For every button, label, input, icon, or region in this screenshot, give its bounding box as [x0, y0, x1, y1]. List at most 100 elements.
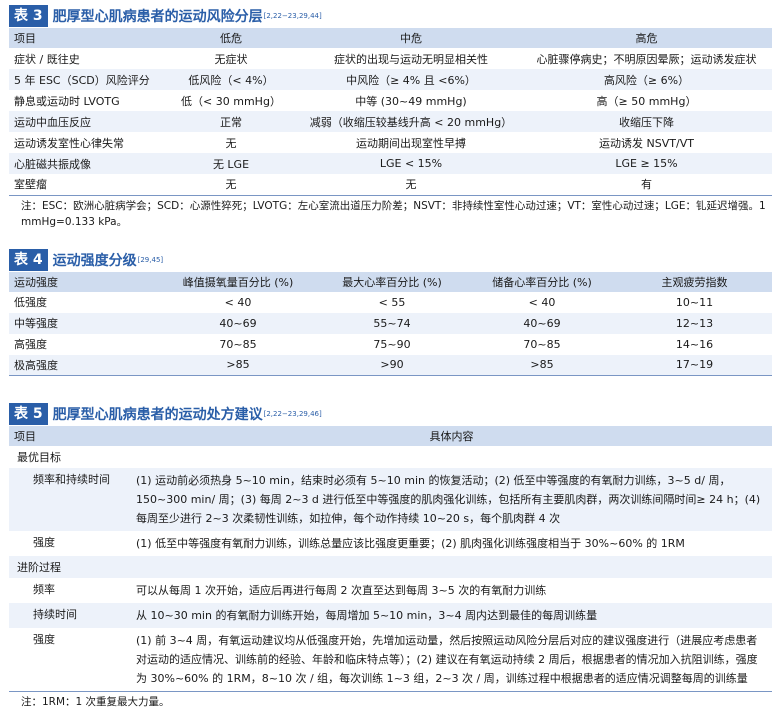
table-cell: 75~90 — [373, 337, 411, 351]
table-cell: 55~74 — [373, 316, 411, 330]
table-cell: 中等强度 — [14, 317, 58, 330]
table-cell: 中等 (30~49 mmHg) — [355, 94, 467, 108]
table-row: 高强度 70~85 75~90 70~85 14~16 — [9, 334, 772, 355]
table-cell: >85 — [159, 354, 317, 376]
table5-header-row: 项目 具体内容 — [9, 426, 772, 446]
table4-col-header: 储备心率百分比 (%) — [492, 275, 592, 289]
table-cell: 症状的出现与运动无明显相关性 — [334, 52, 488, 66]
table-cell: 无 LGE — [212, 157, 250, 171]
table3-header-row: 项目 低危 中危 高危 — [9, 28, 772, 48]
table-cell: 70~85 — [523, 337, 561, 351]
table-row: 5 年 ESC（SCD）风险评分 低风险（< 4%） 中风险（≥ 4% 且 <6… — [9, 69, 772, 90]
table3-ref: [2,22−23,29,44] — [263, 12, 322, 20]
table-cell: 5 年 ESC（SCD）风险评分 — [14, 73, 150, 87]
table-cell: 高强度 — [14, 338, 47, 351]
table-row: 症状 / 既往史 无症状 症状的出现与运动无明显相关性 心脏骤停病史；不明原因晕… — [9, 48, 772, 69]
table-row: 运动中血压反应 正常 减弱（收缩压较基线升高 < 20 mmHg） 收缩压下降 — [9, 111, 772, 132]
table-cell: 无 — [301, 174, 521, 196]
table-cell: 心脏骤停病史；不明原因晕厥；运动诱发症状 — [536, 52, 757, 66]
table3-title: 肥厚型心肌病患者的运动风险分层 — [52, 9, 263, 25]
table5-title: 肥厚型心肌病患者的运动处方建议 — [52, 407, 263, 423]
table5-note: 注：1RM：1 次重复最大力量。 — [21, 696, 170, 708]
table-row: 低强度 < 40 < 55 < 40 10~11 — [9, 292, 772, 313]
table-cell: 运动期间出现室性早搏 — [356, 136, 466, 150]
table-cell: 无 — [225, 136, 237, 150]
table5-ref: [2,22−23,29,46] — [263, 410, 322, 418]
table-cell: 有 — [521, 174, 772, 196]
row-label: 频率 — [33, 583, 55, 596]
table3-col-header: 项目 — [14, 32, 36, 45]
table-cell: < 40 — [224, 295, 252, 309]
row-label: 持续时间 — [33, 608, 77, 621]
table-row: 强度 (1) 前 3~4 周，有氧运动建议均从低强度开始，先增加运动量，然后按照… — [9, 628, 772, 692]
table-cell: 静息或运动时 LVOTG — [14, 94, 120, 108]
table-row: 进阶过程 — [9, 556, 772, 578]
table3-note: 注：ESC：欧洲心脏病学会；SCD：心源性猝死；LVOTG：左心室流出道压力阶差… — [21, 199, 766, 228]
table-cell: 运动诱发室性心律失常 — [14, 136, 124, 150]
table4: 运动强度 峰值摄氧量百分比 (%) 最大心率百分比 (%) 储备心率百分比 (%… — [9, 271, 772, 376]
table4-header-row: 运动强度 峰值摄氧量百分比 (%) 最大心率百分比 (%) 储备心率百分比 (%… — [9, 271, 772, 292]
table3-badge: 表 3 — [9, 5, 48, 27]
table-cell: 症状 / 既往史 — [14, 52, 80, 66]
table-cell: 12~13 — [675, 316, 714, 330]
table-cell: 40~69 — [523, 316, 561, 330]
table-row: 中等强度 40~69 55~74 40~69 12~13 — [9, 312, 772, 334]
table-row: 运动诱发室性心律失常 无 运动期间出现室性早搏 运动诱发 NSVT/VT — [9, 132, 772, 153]
table-cell: 极高强度 — [9, 354, 159, 376]
table-cell: 10~11 — [675, 295, 714, 309]
table4-title: 运动强度分级 — [52, 252, 137, 269]
row-content: (1) 前 3~4 周，有氧运动建议均从低强度开始，先增加运动量，然后按照运动风… — [136, 634, 758, 685]
row-label: 频率和持续时间 — [33, 473, 110, 486]
table-cell: 减弱（收缩压较基线升高 < 20 mmHg） — [309, 115, 513, 129]
row-label: 强度 — [33, 536, 55, 549]
table-cell: 收缩压下降 — [619, 115, 674, 129]
row-label: 强度 — [33, 633, 55, 646]
table5-header: 表 5 肥厚型心肌病患者的运动处方建议 [2,22−23,29,46] — [9, 402, 772, 426]
table-cell: 40~69 — [219, 316, 257, 330]
table-cell: 运动诱发 NSVT/VT — [599, 136, 694, 150]
table4-header: 表 4 运动强度分级 [29,45] — [9, 248, 772, 272]
table5: 项目 具体内容 最优目标 频率和持续时间 (1) 运动前必须热身 5~10 mi… — [9, 426, 772, 692]
row-content: 可以从每周 1 次开始，适应后再进行每周 2 次直至达到每周 3~5 次的有氧耐… — [136, 584, 547, 597]
table3-col-header: 中危 — [400, 32, 422, 45]
table-cell: 高（≥ 50 mmHg） — [596, 94, 697, 108]
table3-col-header: 低危 — [220, 32, 242, 45]
table-cell: 70~85 — [219, 337, 257, 351]
row-content: 从 10~30 min 的有氧耐力训练开始，每周增加 5~10 min，3~4 … — [136, 609, 598, 622]
table4-col-header: 峰值摄氧量百分比 (%) — [182, 275, 294, 289]
table5-col-header: 具体内容 — [429, 430, 474, 443]
table-cell: 无症状 — [214, 52, 248, 66]
table-row: 极高强度 >85 >90 >85 17~19 — [9, 354, 772, 376]
table-cell: 室壁瘤 — [9, 174, 161, 196]
table-cell: >90 — [317, 354, 467, 376]
section-label: 进阶过程 — [17, 561, 61, 574]
table4-col-header: 运动强度 — [14, 275, 58, 289]
table4-badge: 表 4 — [9, 248, 48, 271]
table3-col-header: 高危 — [635, 32, 658, 45]
table-row: 心脏磁共振成像 无 LGE LGE < 15% LGE ≥ 15% — [9, 153, 772, 174]
table-row: 频率和持续时间 (1) 运动前必须热身 5~10 min，结束时必须有 5~10… — [9, 468, 772, 531]
table-cell: LGE < 15% — [379, 157, 443, 170]
table3: 项目 低危 中危 高危 症状 / 既往史 无症状 症状的出现与运动无明显相关性 … — [9, 28, 772, 196]
table-cell: 无 — [161, 174, 301, 196]
table-cell: 17~19 — [617, 354, 772, 376]
table4-col-header: 主观疲劳指数 — [661, 275, 728, 289]
table-cell: >85 — [467, 354, 617, 376]
table-row: 频率 可以从每周 1 次开始，适应后再进行每周 2 次直至达到每周 3~5 次的… — [9, 578, 772, 603]
table-cell: 低强度 — [14, 296, 47, 309]
table-cell: 低风险（< 4%） — [188, 73, 274, 87]
table5-col-header: 项目 — [14, 430, 36, 443]
table-cell: < 40 — [528, 295, 556, 309]
table-cell: < 55 — [378, 295, 406, 309]
table3-header: 表 3 肥厚型心肌病患者的运动风险分层 [2,22−23,29,44] — [9, 4, 772, 28]
table-row: 室壁瘤 无 无 有 — [9, 174, 772, 196]
section-label: 最优目标 — [17, 451, 61, 464]
table5-badge: 表 5 — [9, 403, 48, 425]
table-row: 强度 (1) 低至中等强度有氧耐力训练，训练总量应该比强度更重要；(2) 肌肉强… — [9, 531, 772, 556]
table-cell: 正常 — [220, 115, 242, 129]
table-row: 最优目标 — [9, 446, 772, 468]
table4-col-header: 最大心率百分比 (%) — [342, 275, 442, 289]
table-cell: 高风险（≥ 6%） — [603, 73, 690, 87]
row-content: (1) 运动前必须热身 5~10 min，结束时必须有 5~10 min 的恢复… — [136, 474, 761, 525]
table-cell: 心脏磁共振成像 — [14, 157, 91, 171]
